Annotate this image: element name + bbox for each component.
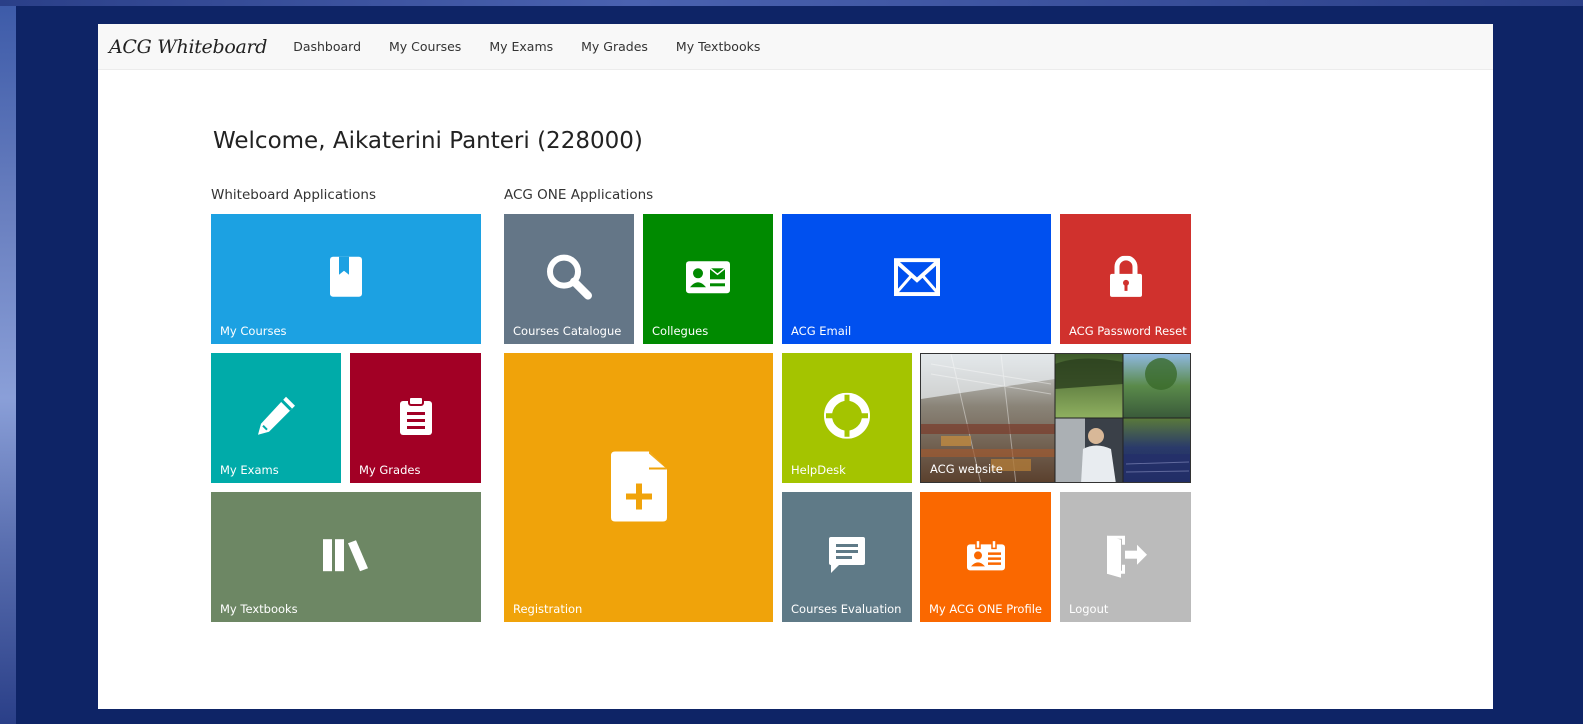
tile-registration[interactable]: Registration — [504, 353, 773, 622]
tile-label: My ACG ONE Profile — [929, 602, 1042, 616]
tile-label: Collegues — [652, 324, 709, 338]
nav-my-textbooks[interactable]: My Textbooks — [676, 39, 760, 54]
tile-courses-catalogue[interactable]: Courses Catalogue — [504, 214, 634, 344]
tile-acg-email[interactable]: ACG Email — [782, 214, 1051, 344]
tile-my-grades[interactable]: My Grades — [350, 353, 481, 483]
nav-my-grades[interactable]: My Grades — [581, 39, 648, 54]
browser-page: ACG Whiteboard Dashboard My Courses My E… — [98, 24, 1493, 709]
tile-my-acg-one-profile[interactable]: My ACG ONE Profile — [920, 492, 1051, 622]
section-acg-one-applications: ACG ONE Applications — [504, 187, 654, 203]
pencil-icon — [253, 393, 299, 439]
tile-label: Courses Catalogue — [513, 324, 622, 338]
lifebuoy-icon — [824, 392, 870, 439]
brand-logo[interactable]: ACG Whiteboard — [109, 36, 267, 58]
tile-my-textbooks[interactable]: My Textbooks — [211, 492, 481, 622]
tile-helpdesk[interactable]: HelpDesk — [782, 353, 912, 483]
tile-my-courses[interactable]: My Courses — [211, 214, 481, 344]
logout-door-icon — [1103, 532, 1149, 578]
book-icon — [328, 255, 364, 299]
tile-label: Logout — [1069, 602, 1109, 616]
tile-label: My Courses — [220, 324, 287, 338]
section-whiteboard-applications: Whiteboard Applications — [211, 187, 376, 203]
nav-dashboard[interactable]: Dashboard — [293, 39, 361, 54]
tile-courses-evaluation[interactable]: Courses Evaluation — [782, 492, 912, 622]
clipboard-icon — [398, 396, 434, 436]
tile-acg-password-reset[interactable]: ACG Password Reset — [1060, 214, 1191, 344]
tile-acg-website[interactable]: ACG website — [920, 353, 1191, 483]
nav-my-courses[interactable]: My Courses — [389, 39, 461, 54]
tile-label: My Textbooks — [220, 602, 298, 616]
tile-label: ACG Password Reset — [1069, 324, 1187, 338]
search-icon — [545, 253, 593, 301]
mail-icon — [893, 258, 940, 297]
tile-label: HelpDesk — [791, 463, 846, 477]
contact-card-icon — [685, 260, 731, 294]
books-icon — [321, 537, 371, 573]
top-navbar: ACG Whiteboard Dashboard My Courses My E… — [98, 24, 1493, 70]
tile-logout[interactable]: Logout — [1060, 492, 1191, 622]
tile-label: Registration — [513, 602, 583, 616]
tile-label: My Grades — [359, 463, 421, 477]
document-add-icon — [609, 449, 669, 523]
desktop-background-top — [0, 0, 1583, 6]
lock-icon — [1108, 255, 1144, 298]
tile-label: My Exams — [220, 463, 279, 477]
tile-collegues[interactable]: Collegues — [643, 214, 773, 344]
tile-label: Courses Evaluation — [791, 602, 902, 616]
tile-my-exams[interactable]: My Exams — [211, 353, 341, 483]
tile-label: ACG Email — [791, 324, 852, 338]
desktop-background — [0, 0, 16, 724]
chat-icon — [827, 535, 867, 575]
id-badge-icon — [966, 539, 1006, 571]
tile-label: ACG website — [930, 462, 1003, 476]
nav-my-exams[interactable]: My Exams — [489, 39, 553, 54]
welcome-heading: Welcome, Aikaterini Panteri (228000) — [213, 128, 643, 154]
